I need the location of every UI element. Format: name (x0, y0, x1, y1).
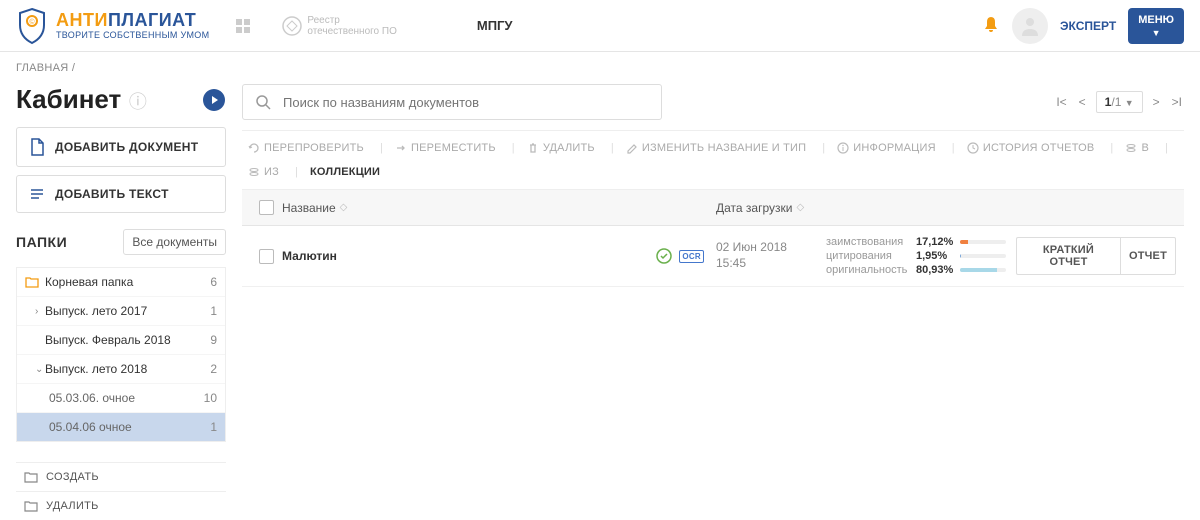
folder-item[interactable]: 05.03.06. очное 10 (17, 384, 225, 413)
user-avatar[interactable] (1012, 8, 1048, 44)
check-circle-icon (655, 247, 673, 265)
info-button[interactable]: ИНФОРМАЦИЯ (831, 139, 945, 157)
folder-item[interactable]: Выпуск. Февраль 2018 9 (17, 326, 225, 355)
skolkovo-badge (233, 16, 257, 36)
rename-button[interactable]: ИЗМЕНИТЬ НАЗВАНИЕ И ТИП (620, 139, 816, 157)
help-icon[interactable]: ⓘ (129, 92, 147, 112)
ocr-badge: OCR (679, 250, 704, 263)
select-all-checkbox[interactable] (259, 200, 274, 215)
folder-item[interactable]: › Выпуск. лето 2017 1 (17, 297, 225, 326)
add-text-button[interactable]: ДОБАВИТЬ ТЕКСТ (16, 175, 226, 213)
history-button[interactable]: ИСТОРИЯ ОТЧЕТОВ (961, 139, 1105, 157)
folders-heading: ПАПКИ (16, 234, 67, 250)
page-next[interactable]: > (1151, 93, 1162, 111)
breadcrumb: ГЛАВНАЯ / (0, 52, 1200, 84)
page-indicator[interactable]: 1/1 ▼ (1096, 91, 1143, 113)
stats-block: заимствования17,12% цитирования1,95% ори… (826, 236, 1016, 276)
delete-folder-button[interactable]: УДАЛИТЬ (16, 491, 226, 520)
logo-subtitle: ТВОРИТЕ СОБСТВЕННЫМ УМОМ (56, 31, 209, 40)
sort-icon: ◇ (796, 202, 804, 213)
logo-shield-icon: © (16, 7, 48, 45)
row-checkbox[interactable] (259, 249, 274, 264)
move-button[interactable]: ПЕРЕМЕСТИТЬ (389, 139, 506, 157)
user-role[interactable]: ЭКСПЕРТ (1060, 19, 1116, 33)
document-name[interactable]: Малютин (282, 249, 337, 263)
short-report-button[interactable]: КРАТКИЙ ОТЧЕТ (1016, 237, 1120, 275)
from-button[interactable]: ИЗ (242, 163, 289, 181)
logo-text-anti: АНТИ (56, 10, 108, 30)
page-prev[interactable]: < (1077, 93, 1088, 111)
folder-item[interactable]: ⌄ Выпуск. лето 2018 2 (17, 355, 225, 384)
chevron-down-icon: ⌄ (35, 364, 45, 375)
logo-text-plagiat: ПЛАГИАТ (108, 10, 196, 30)
menu-button[interactable]: МЕНЮ ▼ (1128, 8, 1184, 44)
play-circle-icon[interactable] (202, 88, 226, 112)
create-folder-button[interactable]: СОЗДАТЬ (16, 462, 226, 491)
recheck-button[interactable]: ПЕРЕПРОВЕРИТЬ (242, 139, 374, 157)
delete-button[interactable]: УДАЛИТЬ (521, 139, 605, 157)
org-name: МПГУ (477, 18, 513, 33)
folder-item-selected[interactable]: 05.04.06 очное 1 (17, 413, 225, 441)
upload-date: 02 Июн 2018 15:45 (716, 240, 826, 271)
breadcrumb-main[interactable]: ГЛАВНАЯ (16, 62, 69, 74)
table-row: Малютин OCR 02 Июн 2018 15:45 заимствова… (242, 226, 1184, 287)
column-date-header[interactable]: Дата загрузки◇ (716, 201, 826, 215)
chevron-right-icon: › (35, 306, 45, 317)
collections-button[interactable]: КОЛЛЕКЦИИ (304, 163, 386, 181)
registry-badge: Реестротечественного ПО (281, 15, 397, 37)
notifications-bell-icon[interactable] (982, 15, 1000, 36)
folder-root[interactable]: Корневая папка 6 (17, 268, 225, 297)
chevron-down-icon: ▼ (1152, 28, 1161, 38)
page-first[interactable]: I< (1054, 93, 1068, 111)
report-button[interactable]: ОТЧЕТ (1120, 237, 1176, 275)
svg-text:©: © (29, 18, 35, 26)
search-icon (243, 94, 283, 110)
page-title: Кабинет (16, 84, 121, 114)
in-button[interactable]: В (1119, 139, 1159, 157)
search-input[interactable] (283, 95, 661, 110)
column-name-header[interactable]: Название◇ (282, 201, 676, 215)
all-documents-button[interactable]: Все документы (123, 229, 226, 255)
sort-icon: ◇ (340, 202, 348, 213)
folder-tree: Корневая папка 6 › Выпуск. лето 2017 1 В… (16, 267, 226, 442)
page-last[interactable]: >I (1170, 93, 1184, 111)
add-document-button[interactable]: ДОБАВИТЬ ДОКУМЕНТ (16, 127, 226, 167)
